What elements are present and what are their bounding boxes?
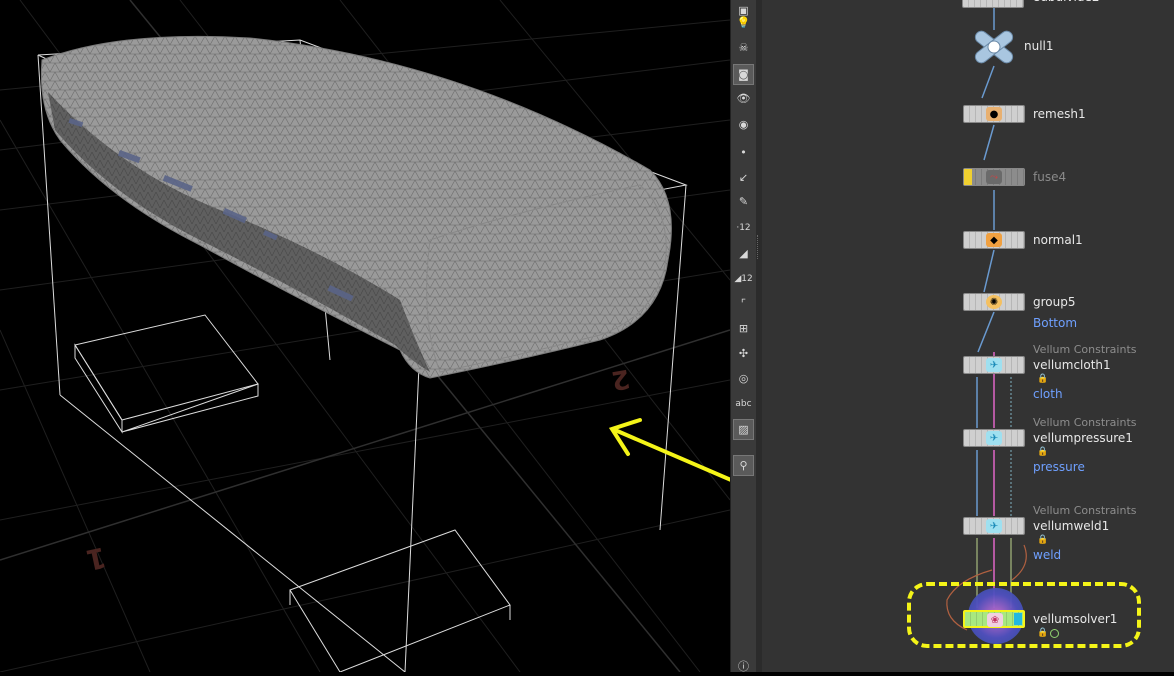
eye-icon[interactable]: 👁 [733,88,754,109]
vellum-constraint-icon: ✈ [986,358,1002,372]
normal-node-icon: ◆ [986,233,1002,247]
point-numbers-icon[interactable]: ·12 [733,217,754,238]
text-icon[interactable]: abc [733,393,754,414]
lock-icon: 🔒 [1037,447,1049,457]
skull-icon[interactable]: ☠ [733,37,754,58]
viewport-canvas: 2 1 [0,0,730,672]
background-image-icon[interactable]: ▨ [733,419,754,440]
display-toolbar: ▣ 💡 ☠ ◙ 👁 ◉ • ↙ ✎ ·12 ◢ ◢12 ⌜ ⊞ ✣ ◎ abc … [730,0,757,673]
transform-icon[interactable]: ✣ [733,343,754,364]
light-bulb-icon[interactable]: 💡 [733,12,754,33]
record-icon[interactable]: ◎ [733,368,754,389]
corner-icon[interactable]: ⌜ [733,293,754,314]
lock-icon: 🔒 [1037,535,1049,545]
info-icon[interactable]: ⓘ [733,655,754,676]
snap-icon[interactable]: ⊞ [733,318,754,339]
primitive-numbers-icon[interactable]: ◢12 [733,268,754,289]
normal-icon[interactable]: ↙ [733,167,754,188]
annotation-arrow [608,418,730,482]
pin-icon[interactable]: ⚲ [733,455,754,476]
brush-icon[interactable]: ✎ [733,191,754,212]
floor-label-1: 1 [83,540,109,576]
vellum-constraint-icon: ✈ [986,431,1002,445]
vellum-constraint-icon: ✈ [986,519,1002,533]
node-null1[interactable]: null1 [970,28,1054,70]
template-eye-icon[interactable]: ◉ [733,114,754,135]
lock-icon: 🔒 [1037,374,1049,384]
null-node-icon [974,30,1014,64]
group-node-icon: ✺ [986,295,1002,309]
network-editor[interactable]: subdivide2 null1 ● remesh1 ⤳ fuse4 ◆ nor… [762,0,1174,672]
annotation-highlight [907,582,1141,648]
scene-viewport[interactable]: 2 1 [0,0,730,672]
cloth-mesh [40,35,672,379]
floor-label-2: 2 [609,363,632,396]
node-wires [946,8,1027,631]
bypass-flag[interactable] [964,169,972,185]
primitive-icon[interactable]: ◢ [733,243,754,264]
fuse-icon: ⤳ [986,170,1002,184]
camera-display-icon[interactable]: ◙ [733,64,754,85]
point-icon[interactable]: • [733,142,754,163]
remesh-icon: ● [986,107,1002,121]
